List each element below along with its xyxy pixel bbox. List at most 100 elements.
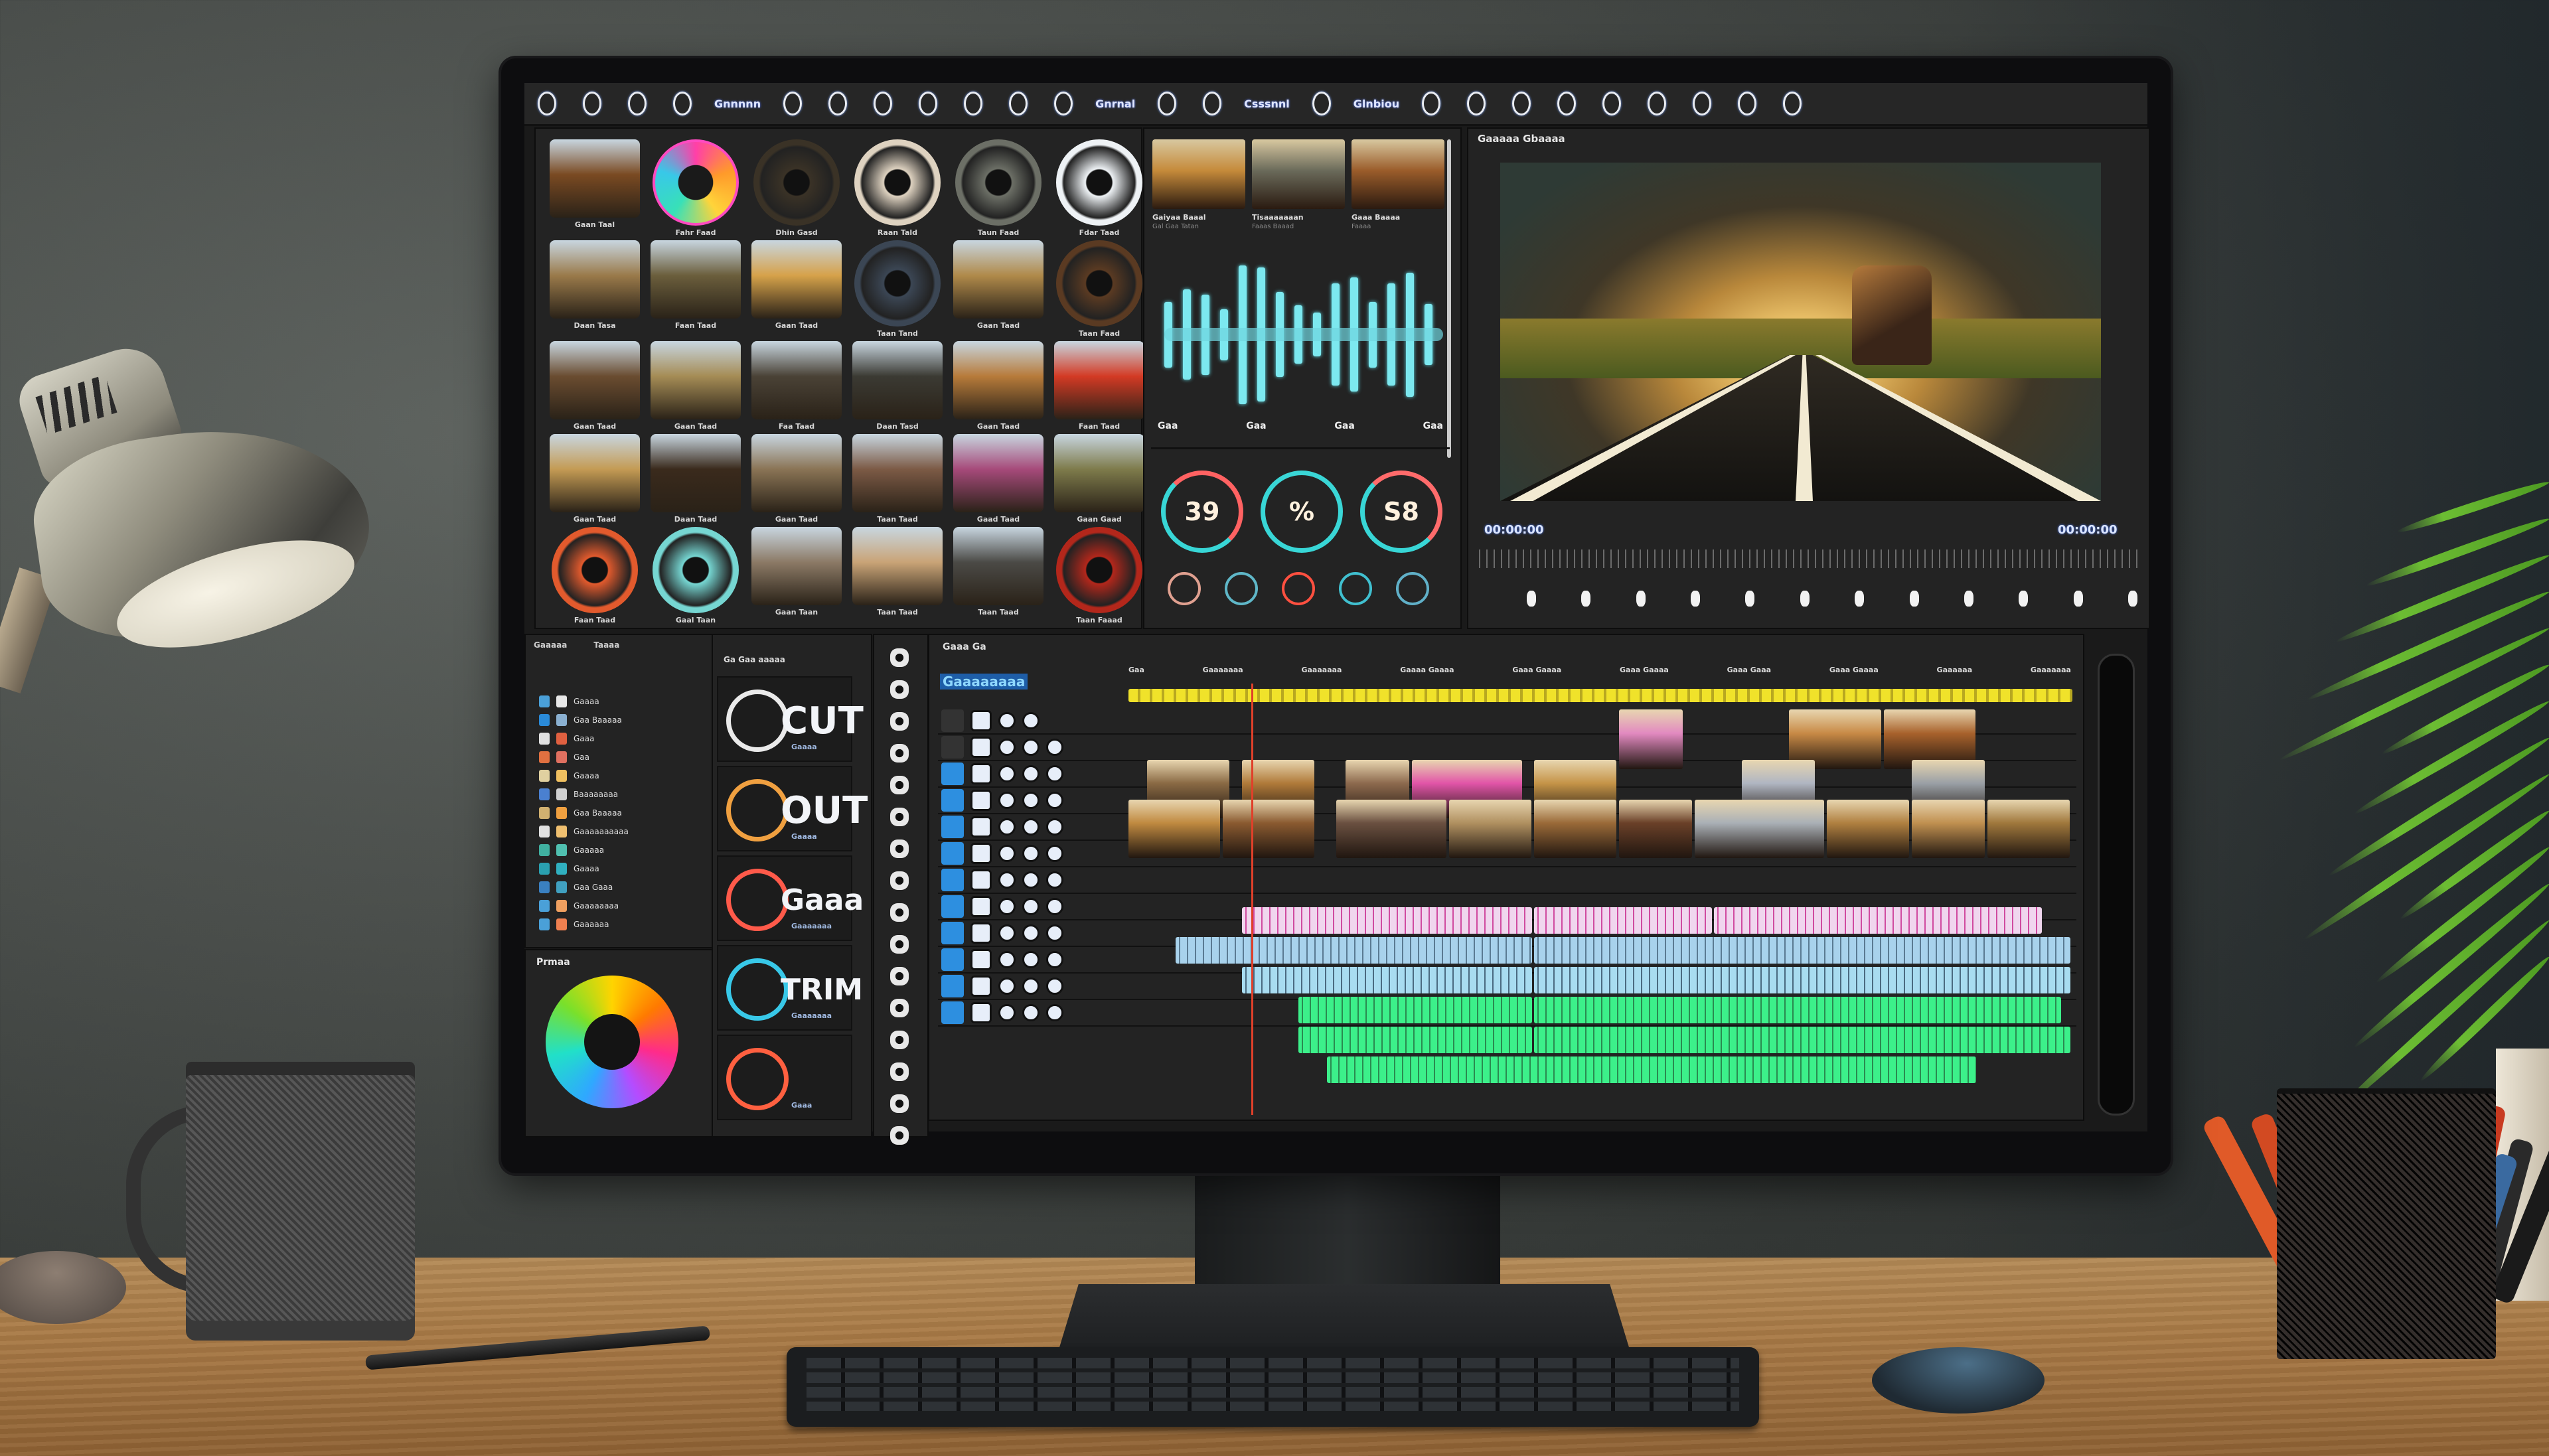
- video-clip[interactable]: [1534, 800, 1617, 858]
- skip-end-icon[interactable]: [2073, 591, 2083, 607]
- media-thumbnail[interactable]: [550, 434, 640, 512]
- track-option-icon[interactable]: [1046, 951, 1063, 968]
- stop-icon[interactable]: [1691, 591, 1701, 607]
- bin-item[interactable]: Gaa Gaaa: [539, 878, 629, 897]
- clip-thumbnail[interactable]: [1352, 139, 1444, 209]
- track-toggle-icon[interactable]: [941, 895, 964, 918]
- media-item[interactable]: Gaan Taad: [749, 434, 844, 524]
- edit-icon[interactable]: [1203, 92, 1222, 115]
- bin-item[interactable]: Gaaaaa: [539, 841, 629, 859]
- media-thumbnail[interactable]: [1054, 434, 1144, 512]
- inspector-clip[interactable]: Gaiyaa Baaal Gal Gaa Tatan: [1152, 139, 1245, 230]
- media-thumbnail[interactable]: [552, 527, 638, 613]
- video-clip[interactable]: [1223, 800, 1315, 858]
- media-thumbnail[interactable]: [1056, 139, 1142, 226]
- video-clip[interactable]: [1449, 800, 1532, 858]
- clip-thumbnail[interactable]: [1252, 139, 1345, 209]
- track-lock-icon[interactable]: [970, 816, 992, 837]
- track-toggle-icon[interactable]: [941, 736, 964, 759]
- track-lock-icon[interactable]: [970, 896, 992, 917]
- grade-icon[interactable]: [1648, 92, 1667, 115]
- track-toggle-icon[interactable]: [941, 975, 964, 997]
- track-option-icon[interactable]: [1022, 978, 1040, 995]
- media-thumbnail[interactable]: [653, 139, 739, 226]
- track-toggle-icon[interactable]: [941, 842, 964, 865]
- track-toggle-icon[interactable]: [941, 869, 964, 891]
- track-option-icon[interactable]: [1046, 818, 1063, 836]
- media-item[interactable]: Faan Taad: [1052, 341, 1146, 431]
- mark-in-icon[interactable]: [1909, 591, 1919, 607]
- media-item[interactable]: Gaan Taan: [749, 527, 844, 625]
- video-clip[interactable]: [1336, 800, 1447, 858]
- track-option-icon[interactable]: [1022, 845, 1040, 862]
- track-option-icon[interactable]: [998, 739, 1016, 756]
- sequence-name[interactable]: Gaaaaaaaa: [940, 674, 1028, 690]
- power-icon[interactable]: [874, 92, 893, 115]
- track-option-icon[interactable]: [998, 951, 1016, 968]
- color-wheel[interactable]: [546, 976, 678, 1108]
- media-item[interactable]: Raan Tald: [850, 139, 945, 238]
- media-item[interactable]: Taan Taad: [951, 527, 1045, 625]
- effect-icon[interactable]: [890, 903, 909, 922]
- media-thumbnail[interactable]: [852, 341, 943, 419]
- track-option-icon[interactable]: [998, 818, 1016, 836]
- media-thumbnail[interactable]: [751, 527, 842, 605]
- pause-icon[interactable]: [1800, 591, 1810, 607]
- cycle-icon[interactable]: [1467, 92, 1486, 115]
- track-toggle-icon[interactable]: [941, 922, 964, 944]
- track-header[interactable]: [941, 922, 1134, 944]
- track-option-icon[interactable]: [1022, 818, 1040, 836]
- knob[interactable]: [1168, 572, 1201, 605]
- record-icon[interactable]: [1855, 591, 1865, 607]
- shield-icon[interactable]: [828, 92, 848, 115]
- bin-item[interactable]: Gaa: [539, 748, 629, 766]
- media-thumbnail[interactable]: [953, 527, 1043, 605]
- track-option-icon[interactable]: [1022, 739, 1040, 756]
- bin-item[interactable]: Gaaaaaaaa: [539, 897, 629, 915]
- track-header[interactable]: [941, 789, 1134, 812]
- media-thumbnail[interactable]: [651, 434, 741, 512]
- media-item[interactable]: Daan Taad: [649, 434, 743, 524]
- video-clip[interactable]: [1619, 709, 1683, 769]
- video-clip[interactable]: [1695, 800, 1825, 858]
- audio-clip[interactable]: [1534, 967, 2070, 993]
- track-header[interactable]: [941, 975, 1134, 997]
- media-thumbnail[interactable]: [1056, 240, 1142, 327]
- tool-card[interactable]: Gaaa: [717, 1035, 852, 1120]
- media-item[interactable]: Fdar Taad: [1052, 139, 1146, 238]
- media-thumbnail[interactable]: [955, 139, 1042, 226]
- track-option-icon[interactable]: [1046, 1004, 1063, 1021]
- play-icon[interactable]: [1745, 591, 1755, 607]
- track-lock-icon[interactable]: [970, 1002, 992, 1023]
- audio-clip[interactable]: [1534, 997, 2061, 1023]
- star-icon[interactable]: [1512, 92, 1531, 115]
- track-toggle-icon[interactable]: [941, 1001, 964, 1024]
- play-icon[interactable]: [1054, 92, 1073, 115]
- bin-item[interactable]: Gaa Baaaaa: [539, 711, 629, 729]
- bin-item[interactable]: Gaaaa: [539, 692, 629, 711]
- effect-icon[interactable]: [890, 1062, 909, 1081]
- menu-item[interactable]: Csssnnl: [1244, 98, 1290, 110]
- media-thumbnail[interactable]: [953, 240, 1043, 319]
- video-clip[interactable]: [1619, 800, 1693, 858]
- track-option-icon[interactable]: [1046, 792, 1063, 809]
- media-item[interactable]: Gaan Taad: [548, 341, 642, 431]
- media-item[interactable]: Gaan Gaad: [1052, 434, 1146, 524]
- effect-icon[interactable]: [890, 871, 909, 890]
- track-lock-icon[interactable]: [970, 763, 992, 784]
- media-thumbnail[interactable]: [953, 341, 1043, 419]
- track-header[interactable]: [941, 736, 1134, 759]
- knob[interactable]: [1225, 572, 1258, 605]
- folder-icon[interactable]: [1693, 92, 1712, 115]
- effect-icon[interactable]: [890, 1094, 909, 1113]
- track-option-icon[interactable]: [1046, 765, 1063, 782]
- media-item[interactable]: Gaal Taan: [649, 527, 743, 625]
- track-lock-icon[interactable]: [970, 737, 992, 758]
- media-item[interactable]: Fahr Faad: [649, 139, 743, 238]
- bin-item[interactable]: Gaaaa: [539, 766, 629, 785]
- effect-icon[interactable]: [890, 808, 909, 826]
- track-option-icon[interactable]: [1046, 924, 1063, 942]
- track-lock-icon[interactable]: [970, 949, 992, 970]
- video-clip[interactable]: [1128, 800, 1221, 858]
- effect-icon[interactable]: [890, 935, 909, 954]
